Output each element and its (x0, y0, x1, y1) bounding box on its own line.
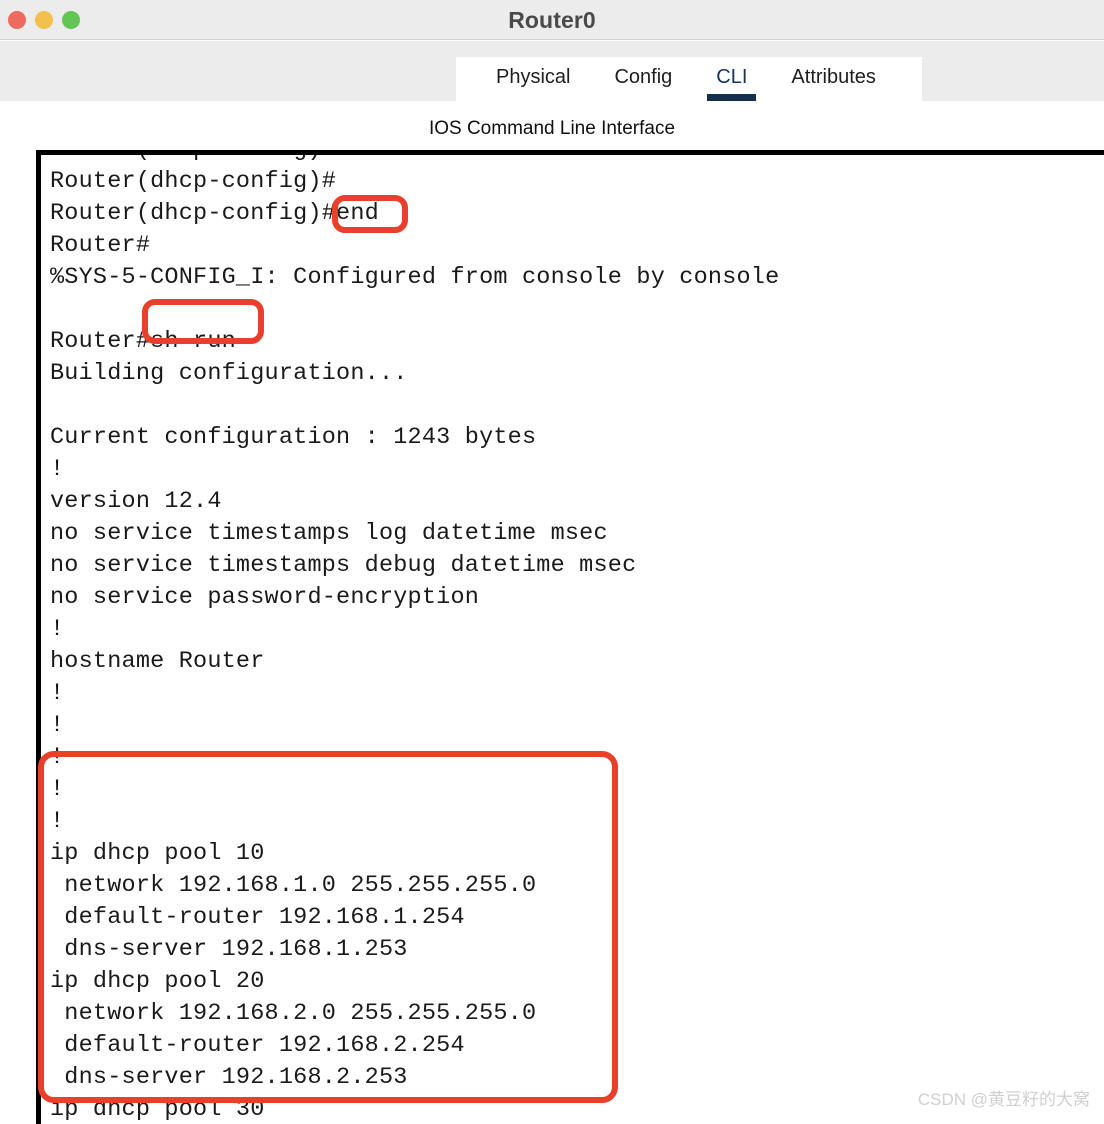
terminal-line: network 192.168.1.0 255.255.255.0 (50, 872, 537, 899)
terminal-line: ! (50, 776, 65, 803)
terminal-line: ip dhcp pool 20 (50, 968, 265, 995)
terminal-line: ! (50, 456, 65, 483)
terminal-line: default-router 192.168.2.254 (50, 1032, 465, 1059)
terminal-text: Router(dhcp-config)# Router(dhcp-config)#… (50, 155, 780, 1124)
terminal-line: Router(dhcp-config)# (50, 168, 337, 195)
terminal-line: no service timestamps debug datetime mse… (50, 552, 637, 579)
terminal-line: ip dhcp pool 30 (50, 1096, 265, 1123)
terminal-line: no service password-encryption (50, 584, 480, 611)
terminal-line: Router# (50, 232, 151, 259)
tab-cli[interactable]: CLI (694, 57, 769, 101)
terminal-line: ! (50, 616, 65, 643)
terminal-output-area[interactable]: Router(dhcp-config)# Router(dhcp-config)#… (36, 150, 1104, 1124)
terminal-line: default-router 192.168.1.254 (50, 904, 465, 931)
terminal-line: version 12.4 (50, 488, 222, 515)
terminal-line: %SYS-5-CONFIG_I: Configured from console… (50, 264, 780, 291)
terminal-line: Building configuration... (50, 360, 408, 387)
terminal-line: ip dhcp pool 10 (50, 840, 265, 867)
terminal-line: ! (50, 808, 65, 835)
terminal-line: network 192.168.2.0 255.255.255.0 (50, 1000, 537, 1027)
router-cli-window: Router0 Physical Config CLI Attributes I… (0, 0, 1104, 1124)
tab-bar: Physical Config CLI Attributes (456, 57, 922, 101)
terminal-line: hostname Router (50, 648, 265, 675)
window-title-bar: Router0 (0, 0, 1104, 40)
watermark: CSDN @黄豆籽的大窝 (917, 1090, 1090, 1109)
terminal-line: no service timestamps log datetime msec (50, 520, 608, 547)
terminal-line: dns-server 192.168.2.253 (50, 1064, 408, 1091)
terminal-line: Router(dhcp-config)#end (50, 200, 379, 227)
tab-config[interactable]: Config (592, 57, 694, 101)
terminal-line: Router(dhcp-config)# (50, 155, 779, 166)
panel-heading: IOS Command Line Interface (428, 118, 676, 139)
terminal-line: ! (50, 680, 65, 707)
terminal-line: Router#sh run (50, 328, 236, 355)
terminal-line: ! (50, 712, 65, 739)
tab-physical[interactable]: Physical (474, 57, 592, 101)
cli-panel: IOS Command Line Interface Router(dhcp-c… (12, 101, 1104, 1124)
terminal-line: ! (50, 744, 65, 771)
terminal-line: Current configuration : 1243 bytes (50, 424, 537, 451)
terminal-line: dns-server 192.168.1.253 (50, 936, 408, 963)
window-title: Router0 (508, 7, 596, 33)
tab-attributes[interactable]: Attributes (769, 57, 897, 101)
